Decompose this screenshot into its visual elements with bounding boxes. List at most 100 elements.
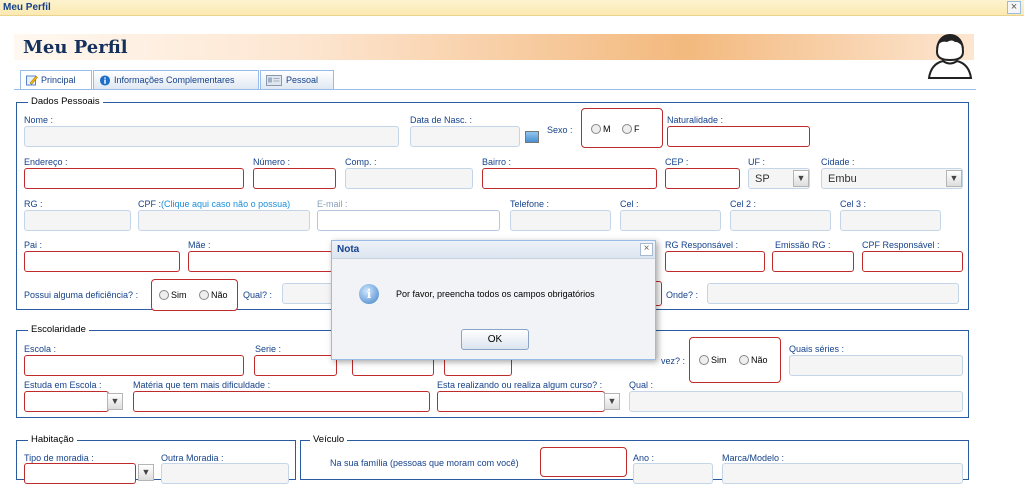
label-escola: Escola : xyxy=(24,344,57,354)
ok-button[interactable]: OK xyxy=(461,329,529,350)
materia-field[interactable] xyxy=(133,391,430,412)
label-email: E-mail : xyxy=(317,199,348,209)
info-icon xyxy=(99,75,111,86)
label-curso: Esta realizando ou realiza algum curso? … xyxy=(437,380,603,390)
pai-field[interactable] xyxy=(24,251,180,272)
sexo-m-radio[interactable]: M xyxy=(591,124,611,134)
tab-label: Principal xyxy=(41,75,76,85)
repetiu-sim-radio[interactable]: Sim xyxy=(699,355,727,365)
page-title: Meu Perfil xyxy=(23,37,128,58)
label-qual-curso: Qual : xyxy=(629,380,654,390)
label-familia-veiculo: Na sua família (pessoas que moram com vo… xyxy=(330,458,519,468)
chevron-down-icon[interactable]: ▼ xyxy=(604,393,620,410)
tipo-moradia-select[interactable] xyxy=(24,463,136,484)
cep-field[interactable] xyxy=(665,168,740,189)
fieldset-legend: Habitação xyxy=(28,434,77,445)
marca-modelo-field[interactable] xyxy=(722,463,963,484)
label-pai: Pai : xyxy=(24,240,43,250)
emissao-rg-field[interactable] xyxy=(772,251,854,272)
label-sexo: Sexo : xyxy=(547,125,573,135)
telefone-field[interactable] xyxy=(510,210,611,231)
data-nasc-field[interactable] xyxy=(410,126,520,147)
dialog-header: Nota × xyxy=(332,241,655,259)
outra-moradia-field[interactable] xyxy=(161,463,289,484)
tab-principal[interactable]: Principal xyxy=(20,70,92,90)
cel-field[interactable] xyxy=(620,210,721,231)
sexo-f-radio[interactable]: F xyxy=(622,124,640,134)
label-endereco: Endereço : xyxy=(24,157,68,167)
label-cel2: Cel 2 : xyxy=(730,199,757,209)
quais-series-field[interactable] xyxy=(789,355,963,376)
label-cep: CEP : xyxy=(665,157,689,167)
alert-dialog: Nota × i Por favor, preencha todos os ca… xyxy=(331,240,656,360)
chevron-down-icon[interactable]: ▼ xyxy=(793,170,809,187)
label-numero: Número : xyxy=(253,157,291,167)
email-field[interactable] xyxy=(317,210,500,231)
serie-field[interactable] xyxy=(254,355,337,376)
cpf-field[interactable] xyxy=(138,210,310,231)
label-naturalidade: Naturalidade : xyxy=(667,115,724,125)
label-cidade: Cidade : xyxy=(821,157,855,167)
cel3-field[interactable] xyxy=(840,210,941,231)
bairro-field[interactable] xyxy=(482,168,657,189)
qual-curso-field[interactable] xyxy=(629,391,963,412)
deficiencia-sim-radio[interactable]: Sim xyxy=(159,290,187,300)
onde-field[interactable] xyxy=(707,283,959,304)
cpf-missing-link[interactable]: (Clique aqui caso não o possua) xyxy=(161,199,290,209)
tab-pessoal[interactable]: Pessoal xyxy=(260,70,334,89)
deficiencia-nao-radio[interactable]: Não xyxy=(199,290,228,300)
label-tipo-moradia: Tipo de moradia : xyxy=(24,453,94,463)
comp-field[interactable] xyxy=(345,168,473,189)
cidade-select[interactable]: Embu xyxy=(821,168,963,189)
label-comp: Comp. : xyxy=(345,157,377,167)
label-uf: UF : xyxy=(748,157,765,167)
dialog-title: Nota xyxy=(337,244,360,255)
chevron-down-icon[interactable]: ▼ xyxy=(946,170,962,187)
dialog-close-button[interactable]: × xyxy=(640,243,653,256)
chevron-down-icon[interactable]: ▼ xyxy=(107,393,123,410)
chevron-down-icon[interactable]: ▼ xyxy=(138,464,154,481)
label-data-nasc: Data de Nasc. : xyxy=(410,115,473,125)
cel2-field[interactable] xyxy=(730,210,831,231)
curso-select[interactable] xyxy=(437,391,605,412)
fieldset-legend: Veículo xyxy=(310,434,348,445)
calendar-icon[interactable] xyxy=(525,131,539,143)
sexo-radio-group: M F xyxy=(581,108,663,148)
rg-responsavel-field[interactable] xyxy=(665,251,765,272)
label-onde: Onde? : xyxy=(666,290,699,300)
fieldset-legend: Dados Pessoais xyxy=(28,96,103,107)
veiculo-radio-group xyxy=(540,447,627,477)
window-close-button[interactable]: × xyxy=(1007,1,1021,14)
naturalidade-field[interactable] xyxy=(667,126,810,147)
edit-icon xyxy=(26,75,38,86)
label-outra-moradia: Outra Moradia : xyxy=(161,453,224,463)
tab-label: Pessoal xyxy=(286,75,319,85)
user-avatar-icon xyxy=(927,34,973,79)
nome-field[interactable] xyxy=(24,126,399,147)
cpf-responsavel-field[interactable] xyxy=(862,251,963,272)
mae-field[interactable] xyxy=(188,251,333,272)
endereco-field[interactable] xyxy=(24,168,244,189)
label-cpf-responsavel: CPF Responsável : xyxy=(862,240,940,250)
qual-deficiencia-field[interactable] xyxy=(282,283,334,304)
label-rg-responsavel: RG Responsável : xyxy=(665,240,739,250)
estuda-escola-select[interactable] xyxy=(24,391,109,412)
fieldset-legend: Escolaridade xyxy=(28,324,89,335)
tab-label: Informações Complementares xyxy=(114,75,235,85)
label-cel: Cel : xyxy=(620,199,639,209)
tab-informacoes-complementares[interactable]: Informações Complementares xyxy=(93,70,259,89)
label-emissao-rg: Emissão RG : xyxy=(775,240,831,250)
label-rg: RG : xyxy=(24,199,43,209)
escola-field[interactable] xyxy=(24,355,244,376)
id-card-icon xyxy=(266,75,282,86)
rg-field[interactable] xyxy=(24,210,131,231)
label-nome: Nome : xyxy=(24,115,54,125)
label-cel3: Cel 3 : xyxy=(840,199,867,209)
label-vez: vez? : xyxy=(661,356,686,366)
label-marca-modelo: Marca/Modelo : xyxy=(722,453,785,463)
numero-field[interactable] xyxy=(253,168,336,189)
tab-divider xyxy=(14,89,976,90)
repetiu-nao-radio[interactable]: Não xyxy=(739,355,768,365)
dialog-message: Por favor, preencha todos os campos obri… xyxy=(396,289,595,299)
ano-field[interactable] xyxy=(633,463,713,484)
